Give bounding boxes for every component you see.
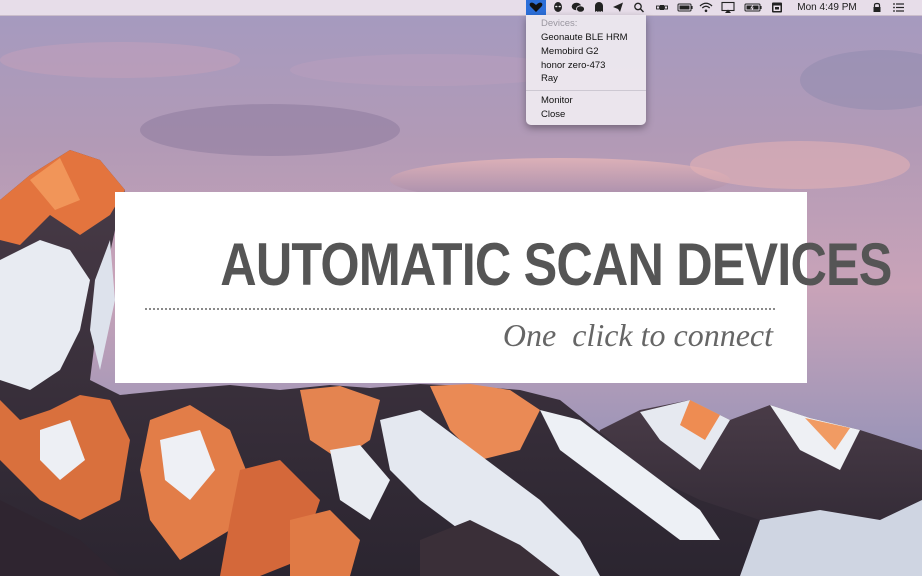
banner-title: AUTOMATIC SCAN DEVICES [220, 231, 892, 298]
device-item[interactable]: Ray [541, 72, 558, 85]
lock-icon[interactable] [870, 0, 884, 15]
device-item[interactable]: honor zero-473 [541, 59, 605, 72]
alien-icon[interactable] [551, 0, 565, 15]
calendar-icon[interactable] [770, 0, 784, 15]
banner-subtitle: One click to connect [502, 317, 773, 353]
list-icon[interactable] [891, 0, 907, 15]
close-menu-item[interactable]: Close [541, 108, 565, 121]
devices-header: Devices: [541, 18, 578, 29]
search-icon[interactable] [632, 0, 646, 15]
monitor-menu-item[interactable]: Monitor [541, 94, 573, 107]
dotted-divider [145, 308, 775, 310]
battery-icon[interactable] [743, 0, 765, 15]
satellite-icon[interactable] [655, 0, 669, 15]
menu-separator [526, 90, 646, 91]
menu-clock[interactable]: Mon 4:49 PM [792, 0, 862, 15]
ghost-icon[interactable] [592, 0, 606, 15]
wechat-icon[interactable] [570, 0, 586, 15]
battery-outline-icon[interactable] [676, 0, 694, 15]
paper-plane-icon[interactable] [611, 0, 625, 15]
menu-bar: Mon 4:49 PM [0, 0, 922, 16]
promo-banner: AUTOMATIC SCAN DEVICES One click to conn… [115, 192, 892, 383]
airplay-icon[interactable] [720, 0, 736, 15]
device-item[interactable]: Geonaute BLE HRM [541, 31, 628, 44]
device-item[interactable]: Memobird G2 [541, 45, 599, 58]
wifi-icon[interactable] [698, 0, 714, 15]
devices-dropdown-menu: Devices: Geonaute BLE HRM Memobird G2 ho… [526, 15, 646, 125]
heart-icon[interactable] [526, 0, 546, 15]
